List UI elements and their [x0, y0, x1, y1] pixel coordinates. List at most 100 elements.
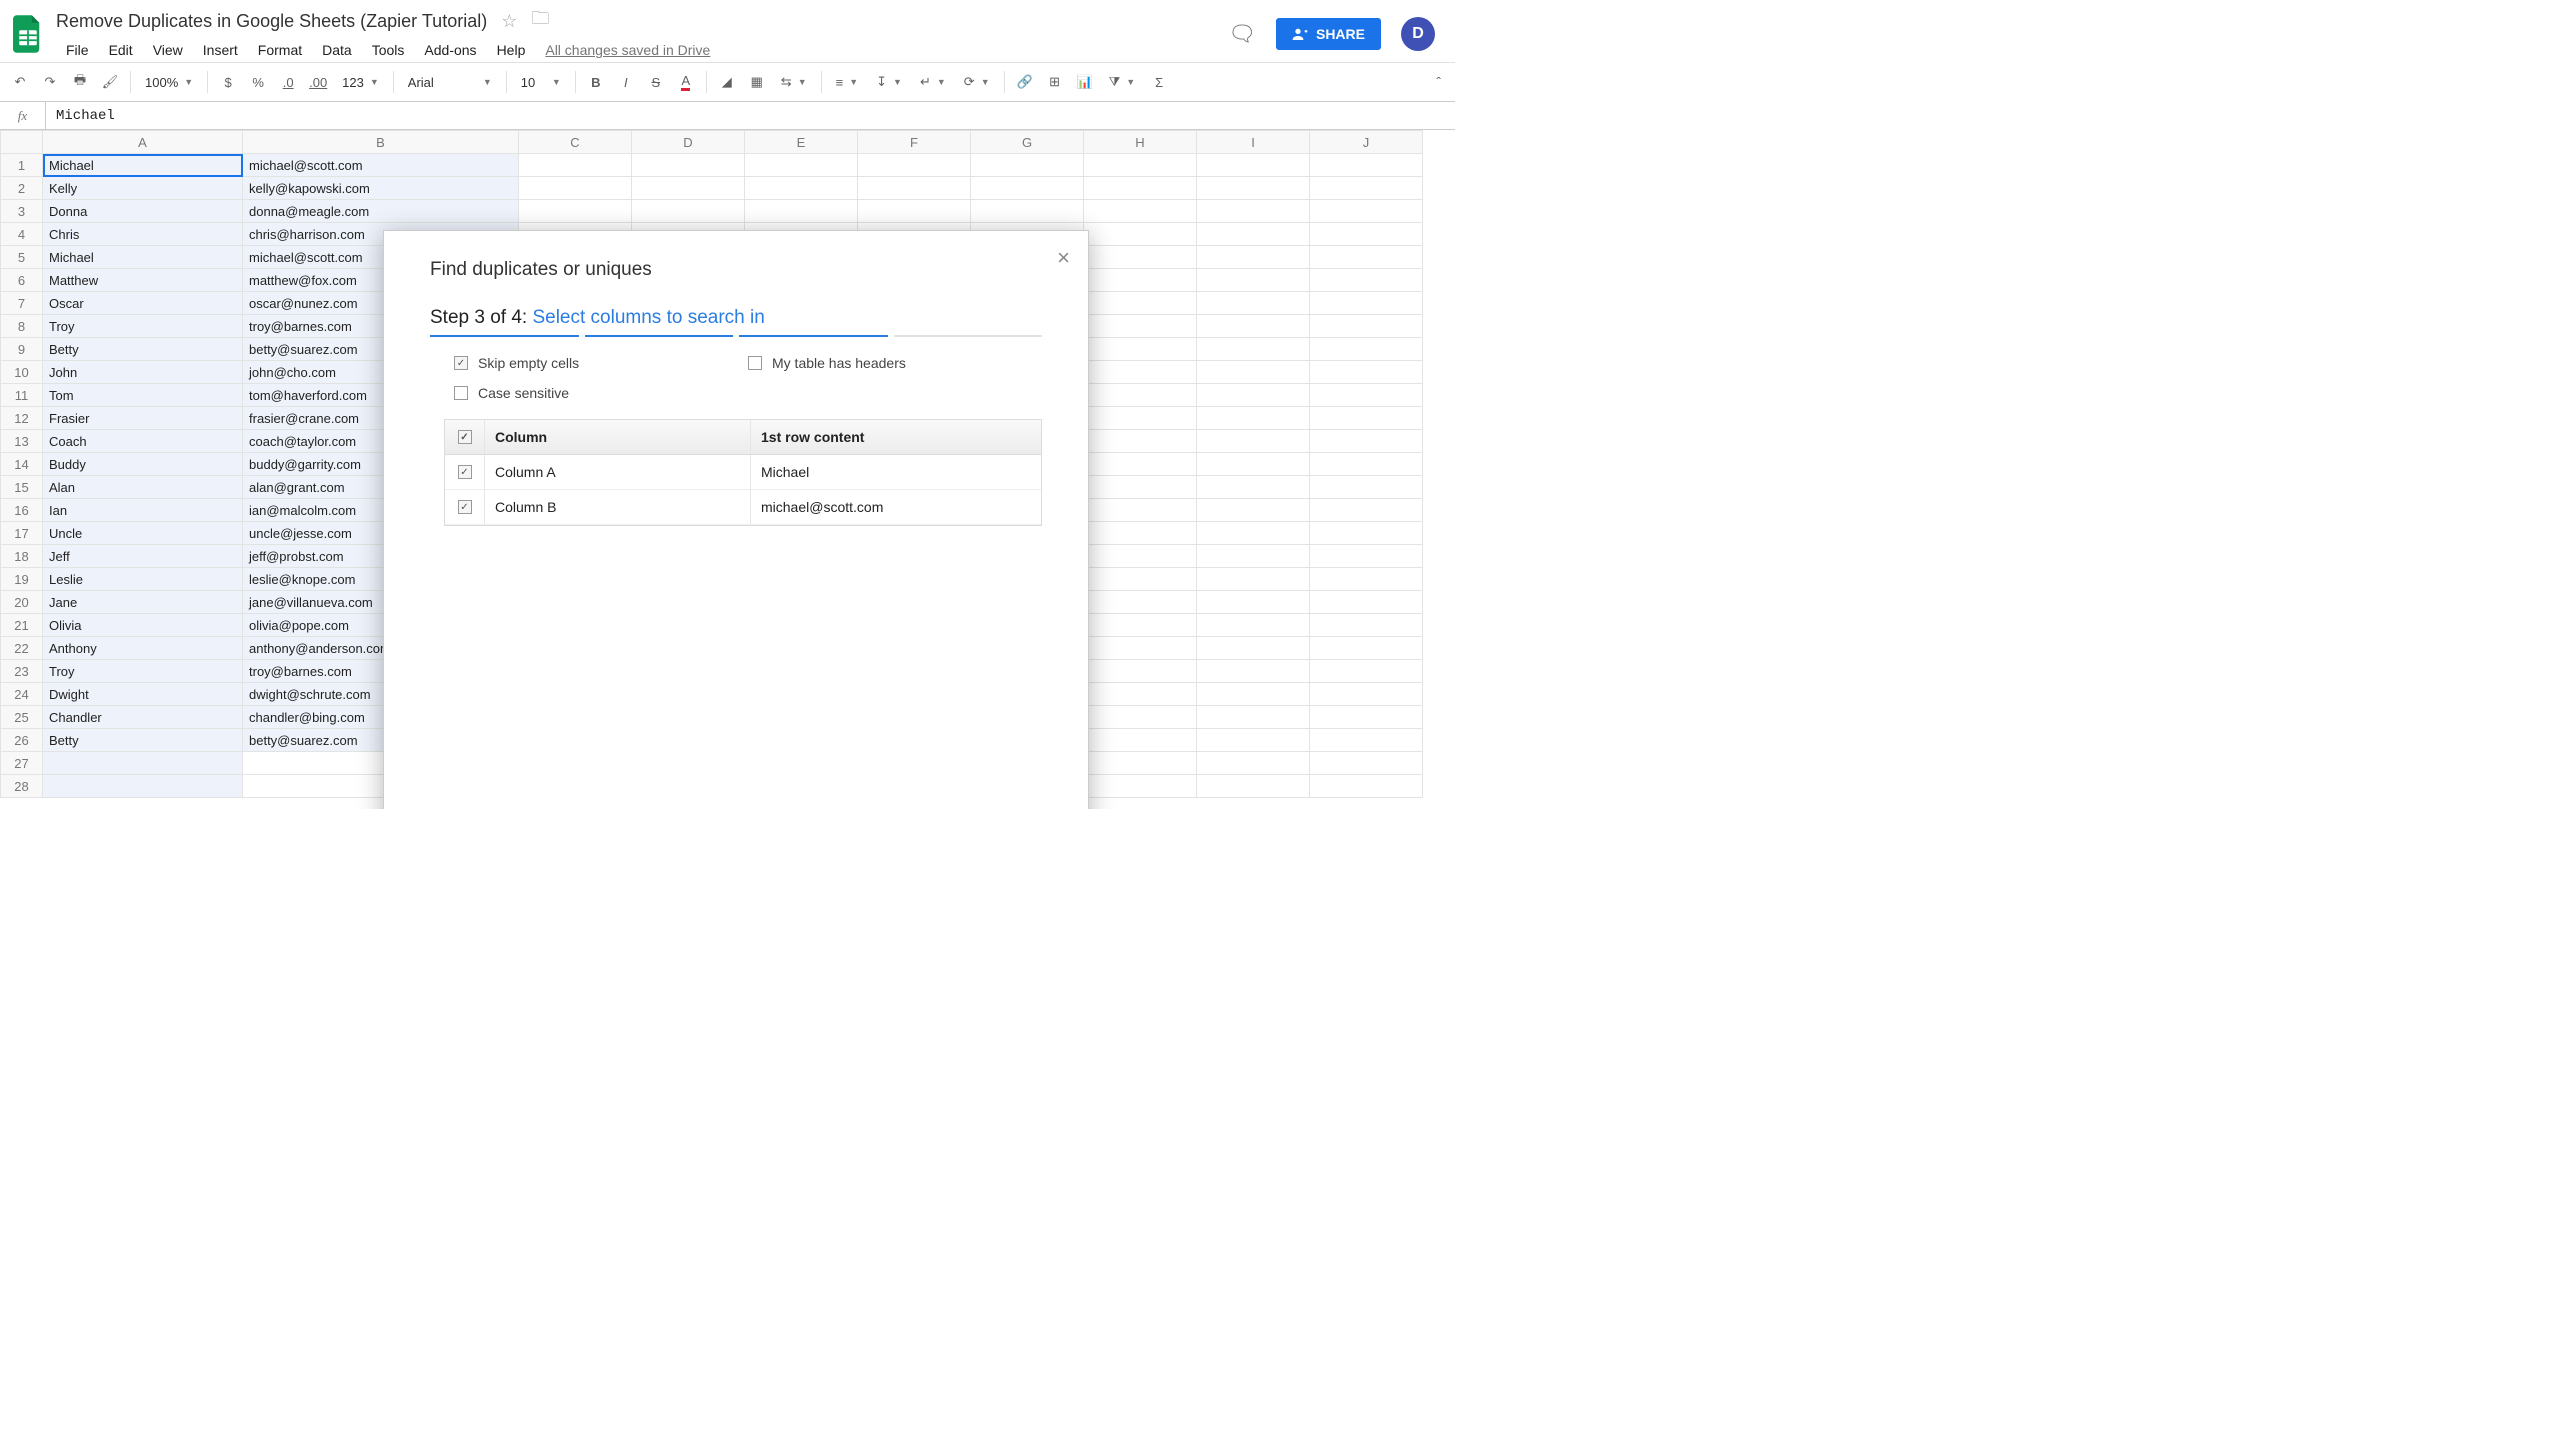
cell[interactable]: [1310, 361, 1423, 384]
cell[interactable]: [1197, 683, 1310, 706]
row-header[interactable]: 3: [1, 200, 43, 223]
cell[interactable]: [1310, 568, 1423, 591]
save-status[interactable]: All changes saved in Drive: [545, 42, 710, 58]
cell[interactable]: [1310, 292, 1423, 315]
cell[interactable]: [745, 200, 858, 223]
cell[interactable]: [1310, 246, 1423, 269]
cell[interactable]: [1197, 453, 1310, 476]
bold-icon[interactable]: B: [582, 68, 610, 96]
cell[interactable]: Michael: [43, 246, 243, 269]
merge-cells-dropdown[interactable]: ⇆▼: [773, 68, 815, 96]
col-header-F[interactable]: F: [858, 131, 971, 154]
cell[interactable]: [745, 154, 858, 177]
col-header-E[interactable]: E: [745, 131, 858, 154]
col-header-I[interactable]: I: [1197, 131, 1310, 154]
cell[interactable]: [519, 200, 632, 223]
menu-insert[interactable]: Insert: [193, 38, 248, 62]
cell[interactable]: [1084, 338, 1197, 361]
filter-dropdown[interactable]: ⧩▼: [1101, 68, 1144, 96]
cell[interactable]: [1084, 522, 1197, 545]
cell[interactable]: [1197, 154, 1310, 177]
text-color-icon[interactable]: A: [672, 68, 700, 96]
cell[interactable]: [1084, 476, 1197, 499]
row-header[interactable]: 12: [1, 407, 43, 430]
functions-icon[interactable]: Σ: [1145, 68, 1173, 96]
row-header[interactable]: 16: [1, 499, 43, 522]
menu-view[interactable]: View: [143, 38, 193, 62]
row-header[interactable]: 26: [1, 729, 43, 752]
font-size-dropdown[interactable]: 10▼: [513, 68, 569, 96]
cell[interactable]: [1084, 292, 1197, 315]
cell[interactable]: John: [43, 361, 243, 384]
menu-data[interactable]: Data: [312, 38, 362, 62]
cell[interactable]: [1197, 568, 1310, 591]
cell[interactable]: [858, 200, 971, 223]
table-row[interactable]: 2 Kelly kelly@kapowski.com: [1, 177, 1423, 200]
cell[interactable]: Troy: [43, 315, 243, 338]
cell[interactable]: [1084, 545, 1197, 568]
column-row[interactable]: ✓ Column A Michael: [445, 455, 1041, 490]
row-header[interactable]: 5: [1, 246, 43, 269]
cell[interactable]: [1084, 154, 1197, 177]
cell[interactable]: [1310, 775, 1423, 798]
cell[interactable]: [1310, 729, 1423, 752]
select-all-checkbox[interactable]: ✓: [445, 420, 485, 454]
cell[interactable]: [1310, 706, 1423, 729]
cell[interactable]: [1084, 361, 1197, 384]
cell[interactable]: Chandler: [43, 706, 243, 729]
cell[interactable]: [1084, 200, 1197, 223]
cell[interactable]: Troy: [43, 660, 243, 683]
menu-tools[interactable]: Tools: [362, 38, 415, 62]
cell[interactable]: Michael: [43, 154, 243, 177]
increase-decimal-icon[interactable]: .00: [304, 68, 332, 96]
expand-toolbar-icon[interactable]: ˆ: [1428, 74, 1449, 90]
cell[interactable]: [1197, 545, 1310, 568]
cell[interactable]: [1084, 246, 1197, 269]
cell[interactable]: [1197, 706, 1310, 729]
cell[interactable]: Betty: [43, 729, 243, 752]
number-format-dropdown[interactable]: 123▼: [334, 68, 387, 96]
cell[interactable]: Donna: [43, 200, 243, 223]
row-header[interactable]: 19: [1, 568, 43, 591]
cell[interactable]: [1310, 223, 1423, 246]
row-header[interactable]: 7: [1, 292, 43, 315]
column-row[interactable]: ✓ Column B michael@scott.com: [445, 490, 1041, 525]
cell[interactable]: [1197, 200, 1310, 223]
col-header-H[interactable]: H: [1084, 131, 1197, 154]
cell[interactable]: Matthew: [43, 269, 243, 292]
menu-help[interactable]: Help: [487, 38, 536, 62]
cell[interactable]: Uncle: [43, 522, 243, 545]
cell[interactable]: Oscar: [43, 292, 243, 315]
row-header[interactable]: 23: [1, 660, 43, 683]
cell[interactable]: [1310, 660, 1423, 683]
close-icon[interactable]: ×: [1057, 245, 1070, 271]
cell[interactable]: [971, 177, 1084, 200]
cell[interactable]: michael@scott.com: [243, 154, 519, 177]
cell[interactable]: [1310, 384, 1423, 407]
cell[interactable]: [1197, 476, 1310, 499]
account-avatar[interactable]: D: [1401, 17, 1435, 51]
cell[interactable]: donna@meagle.com: [243, 200, 519, 223]
cell[interactable]: [632, 200, 745, 223]
cell[interactable]: Alan: [43, 476, 243, 499]
cell[interactable]: [1084, 591, 1197, 614]
strikethrough-icon[interactable]: S: [642, 68, 670, 96]
row-header[interactable]: 2: [1, 177, 43, 200]
cell[interactable]: [971, 200, 1084, 223]
column-checkbox[interactable]: ✓: [445, 490, 485, 524]
insert-comment-icon[interactable]: ⊞: [1041, 68, 1069, 96]
undo-icon[interactable]: ↶: [6, 68, 34, 96]
star-icon[interactable]: ☆: [501, 11, 517, 32]
row-header[interactable]: 18: [1, 545, 43, 568]
cell[interactable]: [1197, 775, 1310, 798]
cell[interactable]: [1197, 752, 1310, 775]
cell[interactable]: [1197, 269, 1310, 292]
col-header-A[interactable]: A: [43, 131, 243, 154]
cell[interactable]: [1197, 591, 1310, 614]
cell[interactable]: [1084, 775, 1197, 798]
cell[interactable]: [519, 177, 632, 200]
paint-format-icon[interactable]: 🖌: [96, 68, 124, 96]
cell[interactable]: [1197, 430, 1310, 453]
cell[interactable]: [1084, 430, 1197, 453]
cell[interactable]: [858, 154, 971, 177]
